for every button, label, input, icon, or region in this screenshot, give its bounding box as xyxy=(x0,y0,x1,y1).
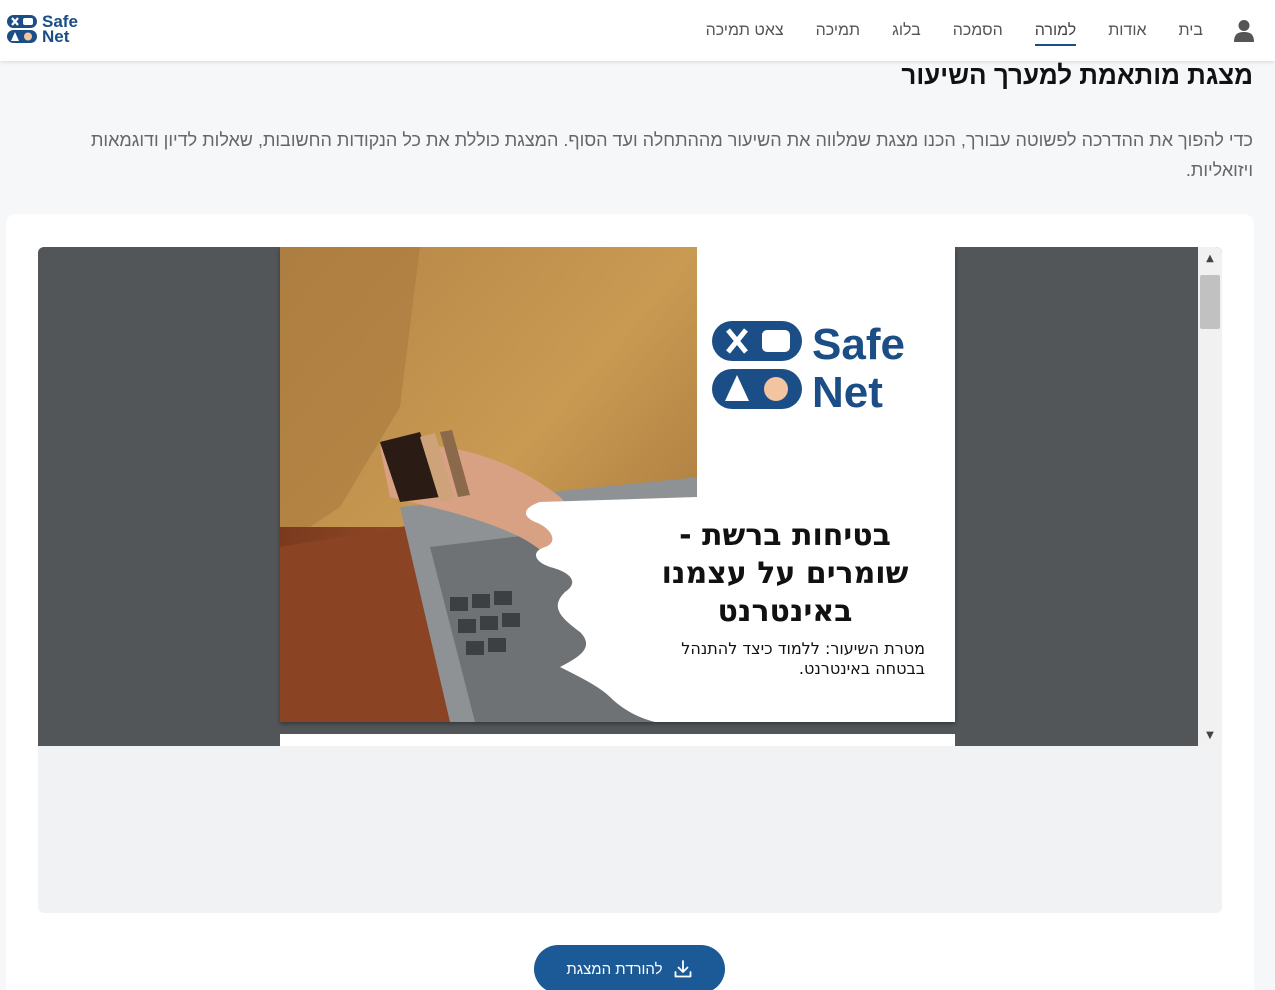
scroll-thumb[interactable] xyxy=(1200,275,1220,329)
viewer-scrollbar[interactable]: ▲ ▼ xyxy=(1198,247,1222,746)
slides-stage[interactable]: Safe Net בטיחות ברשת - שומרים על עצמנו ב… xyxy=(38,247,1222,746)
page-description: כדי להפוך את ההדרכה לפשוטה עבורך, הכנו מ… xyxy=(90,130,1253,180)
nav-item-support-chat[interactable]: צאט תמיכה xyxy=(706,18,784,44)
slide-2-art xyxy=(280,734,955,746)
nav-item-home[interactable]: בית xyxy=(1179,18,1203,44)
download-presentation-button[interactable]: להורדת המצגת xyxy=(534,945,725,990)
slide-1: Safe Net בטיחות ברשת - שומרים על עצמנו ב… xyxy=(280,247,955,722)
page-title: מצגת מותאמת למערך השיעור xyxy=(901,60,1253,90)
nav-item-for-teacher[interactable]: למורה xyxy=(1034,18,1076,46)
main-nav: בית אודות למורה הסמכה בלוג תמיכה צאט תמי… xyxy=(674,0,1275,61)
logo-shapes-icon xyxy=(7,15,37,43)
logo-text: Safe Net xyxy=(42,13,78,46)
logo-text-net: Net xyxy=(42,27,70,46)
download-icon xyxy=(674,960,691,978)
nav-item-certification[interactable]: הסמכה xyxy=(953,18,1003,44)
slide-logo-icon: Safe Net xyxy=(712,320,905,411)
download-button-label: להורדת המצגת xyxy=(566,960,663,978)
nav-item-about[interactable]: אודות xyxy=(1108,18,1146,44)
presentation-viewer: Safe Net בטיחות ברשת - שומרים על עצמנו ב… xyxy=(38,247,1222,913)
slide-logo-safe: Safe xyxy=(812,320,905,369)
slide-2-peek xyxy=(280,734,955,746)
slide-subtitle: מטרת השיעור: ללמוד כיצד להתנהל בבטחה באי… xyxy=(681,639,925,678)
scroll-down-icon[interactable]: ▼ xyxy=(1198,724,1222,746)
safenet-logo[interactable]: Safe Net xyxy=(6,12,86,46)
slide-title: בטיחות ברשת - שומרים על עצמנו באינטרנט xyxy=(661,518,909,629)
nav-item-blog[interactable]: בלוג xyxy=(892,18,921,44)
presentation-card: Safe Net בטיחות ברשת - שומרים על עצמנו ב… xyxy=(6,214,1254,990)
slide-logo-net: Net xyxy=(812,368,883,411)
scroll-up-icon[interactable]: ▲ xyxy=(1198,247,1222,269)
nav-item-support[interactable]: תמיכה xyxy=(816,18,860,44)
user-icon[interactable] xyxy=(1233,19,1255,43)
site-header: Safe Net בית אודות למורה הסמכה בלוג תמיכ… xyxy=(0,0,1275,61)
